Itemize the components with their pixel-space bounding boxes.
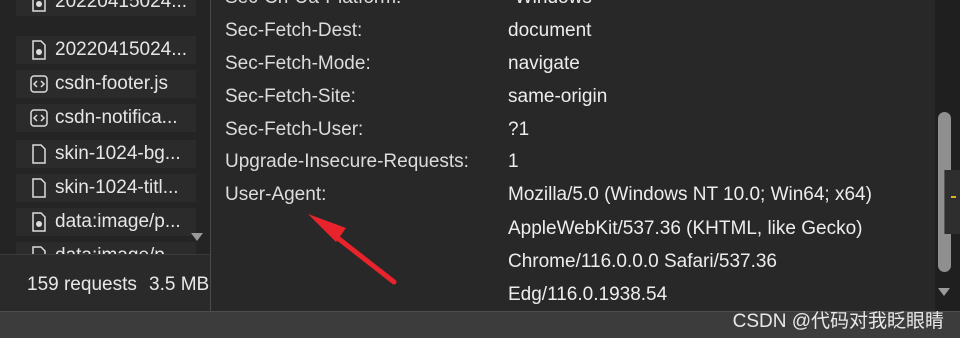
user-agent-line: Chrome/116.0.0.0 Safari/537.36 [508, 251, 777, 272]
image-file-icon [32, 40, 46, 60]
image-file-icon [32, 0, 46, 12]
request-file-list: 20220415024... 20220415024... csdn-foote… [8, 0, 208, 254]
request-item-name: 20220415024... [55, 39, 188, 60]
watermark-text: CSDN @代码对我眨眼睛 [732, 311, 944, 332]
file-icon [32, 178, 46, 198]
tab-marker [951, 196, 956, 198]
header-key: Sec-Fetch-Mode: [225, 53, 371, 74]
request-item-name: csdn-footer.js [55, 73, 168, 94]
request-summary-bar: 159 requests 3.5 MB [0, 254, 210, 312]
request-item-name: data:image/p... [55, 211, 181, 232]
request-item-name: skin-1024-titl... [55, 177, 179, 198]
request-item-name: csdn-notifica... [55, 107, 178, 128]
request-item[interactable]: data:image/p... [16, 208, 196, 236]
script-file-icon [30, 109, 48, 127]
request-headers-pane: Sec-Ch-Ua-Platform: "Windows" Sec-Fetch-… [211, 0, 935, 311]
request-item[interactable]: csdn-footer.js [16, 70, 196, 98]
scroll-down-arrow-icon[interactable] [190, 232, 204, 242]
header-key: Sec-Fetch-User: [225, 119, 364, 140]
header-value: 1 [508, 151, 519, 172]
request-item[interactable]: skin-1024-titl... [16, 174, 196, 202]
request-list-pane: 20220415024... 20220415024... csdn-foote… [0, 0, 210, 312]
side-panel-tab[interactable] [944, 170, 960, 234]
scroll-down-arrow-icon[interactable] [937, 287, 951, 297]
request-item[interactable]: 20220415024... [16, 36, 196, 64]
header-key: Upgrade-Insecure-Requests: [225, 151, 469, 172]
request-item[interactable]: data:image/p... [16, 242, 196, 254]
user-agent-line: Edg/116.0.1938.54 [508, 284, 668, 305]
header-value: same-origin [508, 86, 608, 107]
header-key: Sec-Ch-Ua-Platform: [225, 0, 401, 9]
file-icon [32, 144, 46, 164]
request-item-name: data:image/p... [55, 245, 181, 254]
request-item[interactable]: csdn-notifica... [16, 104, 196, 132]
request-count: 159 requests [27, 274, 137, 295]
header-key: Sec-Fetch-Site: [225, 86, 356, 107]
request-item-name: skin-1024-bg... [55, 143, 181, 164]
image-file-icon [32, 246, 46, 254]
header-value: "Windows" [508, 0, 599, 9]
request-item[interactable]: skin-1024-bg... [16, 140, 196, 168]
request-item[interactable]: 20220415024... [16, 0, 196, 16]
user-agent-line: Mozilla/5.0 (Windows NT 10.0; Win64; x64… [508, 184, 872, 205]
header-value: document [508, 20, 592, 41]
header-key: Sec-Fetch-Dest: [225, 20, 363, 41]
header-key-user-agent: User-Agent: [225, 184, 327, 205]
header-value: ?1 [508, 119, 530, 140]
header-value: navigate [508, 53, 580, 74]
transfer-size: 3.5 MB [149, 274, 210, 295]
image-file-icon [32, 212, 46, 232]
script-file-icon [30, 75, 48, 93]
request-item-name: 20220415024... [55, 0, 188, 12]
user-agent-line: AppleWebKit/537.36 (KHTML, like Gecko) [508, 218, 863, 239]
